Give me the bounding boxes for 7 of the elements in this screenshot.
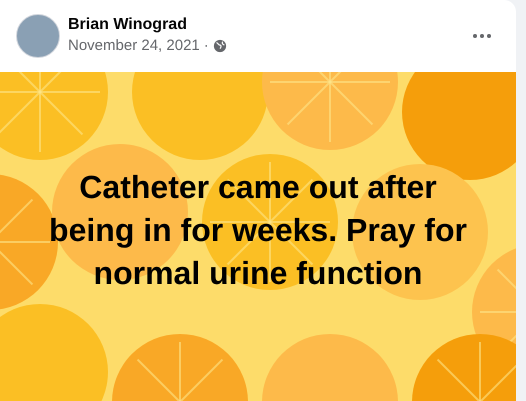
separator: ·: [204, 36, 209, 56]
avatar[interactable]: [16, 14, 60, 58]
post-message: Catheter came out after being in for weeks. Pray for normal urine function: [48, 168, 468, 293]
author-name[interactable]: Brian Winograd: [68, 14, 456, 35]
globe-icon: [212, 39, 227, 53]
post-date[interactable]: November 24, 2021: [68, 34, 200, 58]
more-icon: [473, 34, 491, 38]
